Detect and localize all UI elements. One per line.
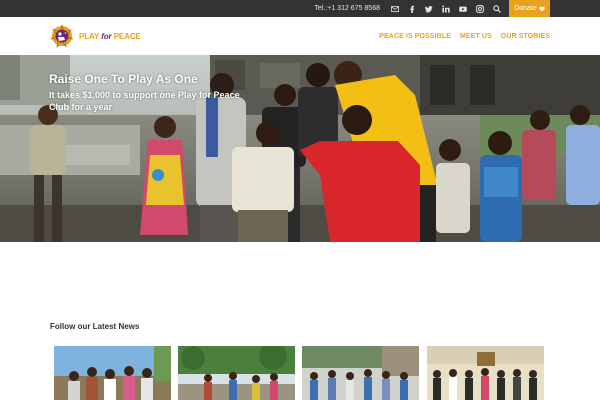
main-nav: PEACE IS POSSIBLE MEET US OUR STORIES [370,17,550,55]
news-thumbnails [50,346,550,400]
linkedin-icon[interactable] [437,0,454,17]
news-thumbnail[interactable] [54,346,171,400]
phone-number[interactable]: Tel.:+1 312 675 8568 [314,5,380,12]
top-bar: Tel.:+1 312 675 8568 Donate [0,0,600,17]
hero-subtitle: It takes $1,000 to support one Play for … [49,90,240,112]
nav-meet-us[interactable]: MEET US [460,33,492,40]
news-thumbnail[interactable] [178,346,295,400]
news-photo-park [178,346,295,400]
youtube-icon[interactable] [454,0,471,17]
donate-label: Donate [514,5,537,12]
news-heading: Follow our Latest News [50,322,140,331]
news-thumbnail[interactable] [302,346,419,400]
nav-peace-is-possible[interactable]: PEACE IS POSSIBLE [379,33,451,40]
heart-icon [539,6,545,11]
nav-our-stories[interactable]: OUR STORIES [501,33,550,40]
facebook-icon[interactable] [403,0,420,17]
news-thumbnail[interactable] [427,346,544,400]
search-icon[interactable] [488,0,505,17]
logo-word-for: for [101,32,112,41]
instagram-icon[interactable] [471,0,488,17]
logo-emblem-icon [50,24,74,48]
logo-word-play: PLAY [79,32,100,41]
logo-wordmark: PLAY for PEACE [79,32,141,41]
news-photo-group [54,346,171,400]
hero-banner: Raise One To Play As One It takes $1,000… [0,55,600,242]
mail-icon[interactable] [386,0,403,17]
play-for-peace-logo[interactable]: PLAY for PEACE [49,24,159,48]
twitter-icon[interactable] [420,0,437,17]
donate-button[interactable]: Donate [509,0,550,17]
site-header: PLAY for PEACE PEACE IS POSSIBLE MEET US… [0,17,600,55]
news-photo-event [427,346,544,400]
logo-word-peace: PEACE [113,32,141,41]
hero-title: Raise One To Play As One [49,72,198,86]
news-photo-crowd [302,346,419,400]
